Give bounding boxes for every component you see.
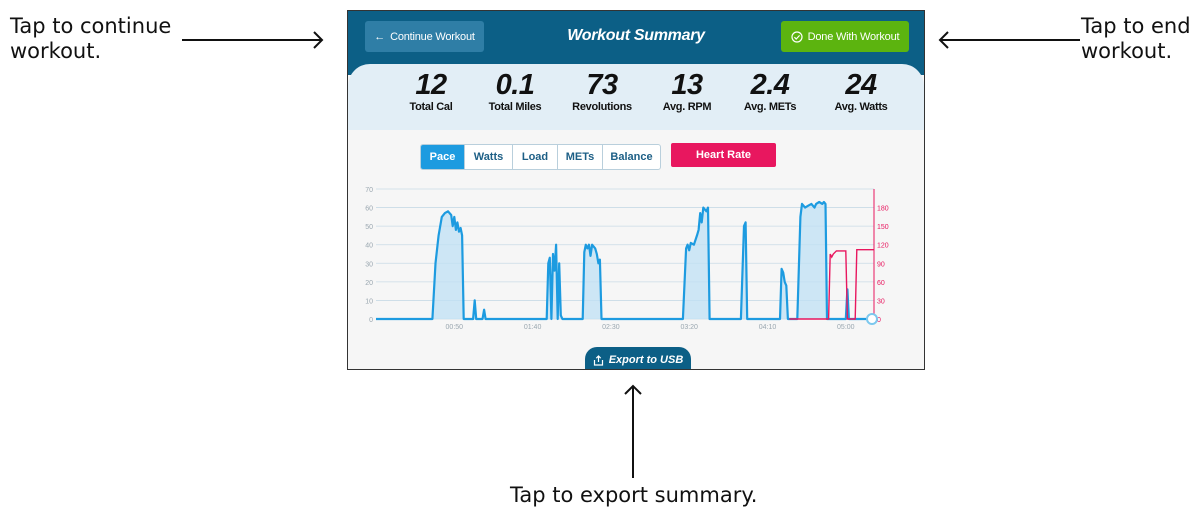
y-tick-label-left: 20 bbox=[365, 280, 373, 287]
x-tick-label: 01:40 bbox=[524, 324, 542, 331]
y-tick-label-left: 60 bbox=[365, 206, 373, 213]
pace-heart-rate-chart: 010203040506070030609012015018000:50 01:4… bbox=[365, 187, 889, 331]
y-tick-label-left: 30 bbox=[365, 261, 373, 268]
x-tick-label: 05:00 bbox=[837, 324, 855, 331]
continue-arrow bbox=[182, 31, 324, 49]
y-tick-label-left: 10 bbox=[365, 298, 373, 305]
chart-cursor bbox=[866, 313, 878, 325]
y-tick-label-right: 120 bbox=[877, 243, 889, 250]
x-tick-label: 02:30 bbox=[602, 324, 620, 331]
workout-summary-screen: ← Continue Workout Workout Summary Done … bbox=[347, 10, 925, 370]
y-tick-label-right: 90 bbox=[877, 261, 885, 268]
end-arrow bbox=[938, 31, 1080, 49]
export-to-usb-button[interactable]: Export to USB bbox=[585, 347, 691, 369]
y-tick-label-left: 40 bbox=[365, 243, 373, 250]
x-tick-label: 04:10 bbox=[759, 324, 777, 331]
export-to-usb-label: Export to USB bbox=[608, 354, 684, 366]
share-icon bbox=[593, 354, 603, 366]
y-tick-label-left: 70 bbox=[365, 187, 373, 194]
y-tick-label-right: 30 bbox=[877, 298, 885, 305]
export-arrow bbox=[624, 384, 642, 478]
x-tick-label: 00:50 bbox=[446, 324, 464, 331]
y-tick-label-left: 0 bbox=[369, 317, 373, 324]
y-tick-label-right: 150 bbox=[877, 224, 889, 231]
x-tick-label: 03:20 bbox=[680, 324, 698, 331]
y-tick-label-left: 50 bbox=[365, 224, 373, 231]
y-tick-label-right: 180 bbox=[877, 206, 889, 213]
y-tick-label-right: 60 bbox=[877, 280, 885, 287]
